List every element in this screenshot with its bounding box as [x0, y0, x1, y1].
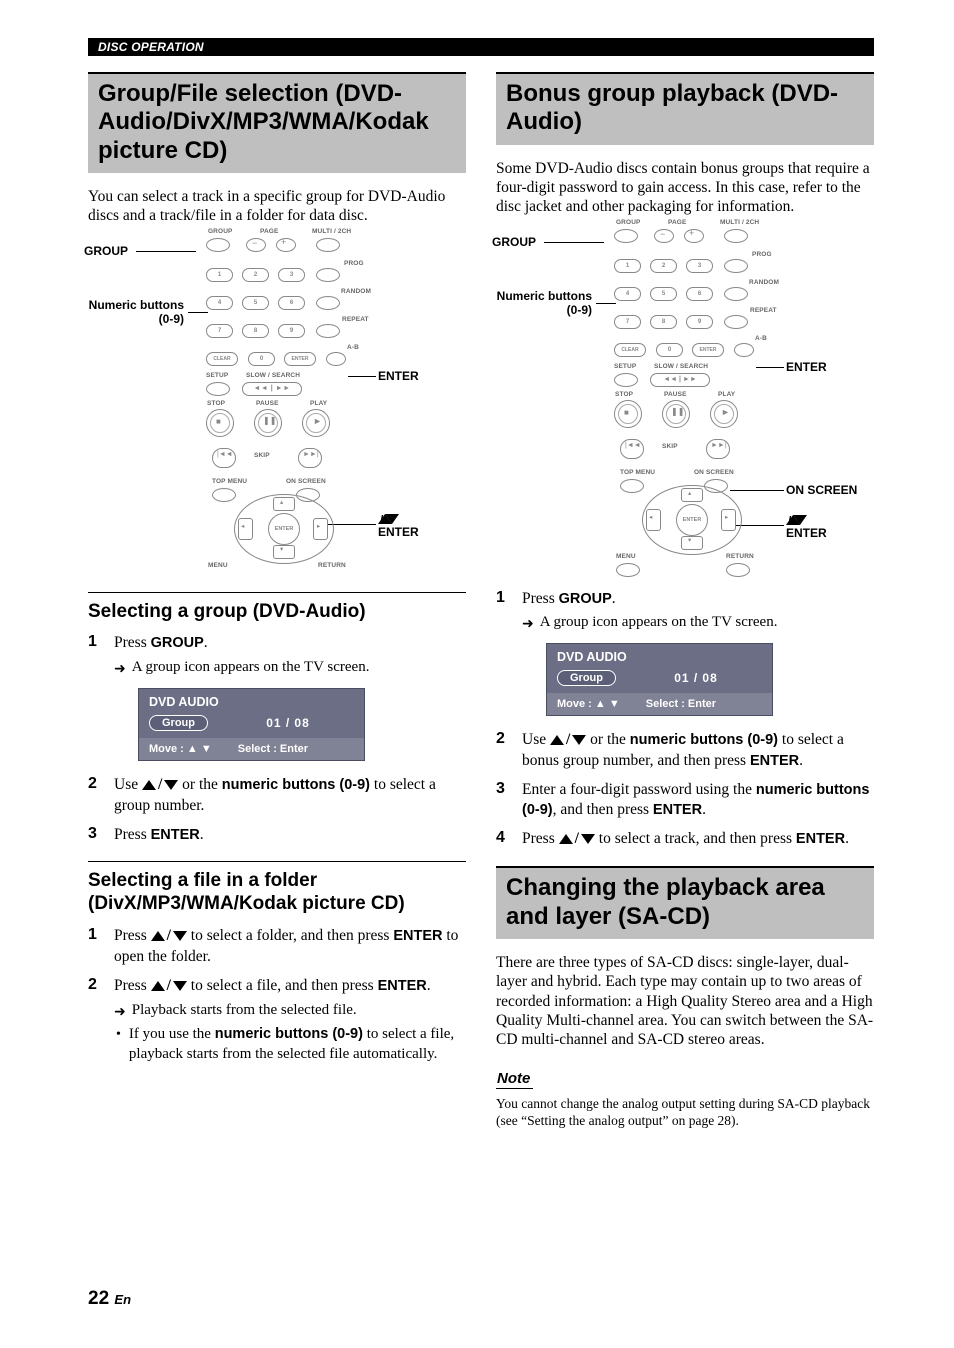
left-title: Group/File selection (DVD-Audio/DivX/MP3… [88, 72, 466, 173]
callout-updown-enter-r: / ENTER [786, 515, 827, 539]
right-title-sacd: Changing the playback area and layer (SA… [496, 866, 874, 939]
page-number: 22 En [88, 1288, 131, 1310]
note-label: Note [496, 1070, 533, 1089]
callout-group-r: GROUP [492, 235, 536, 249]
right-title-bonus: Bonus group playback (DVD-Audio) [496, 72, 874, 145]
up-triangle-icon [151, 981, 165, 991]
remote-figure-left: GROUP Numeric buttons (0-9) ENTER / ENTE… [88, 236, 466, 576]
left-a-step2: 2 Use / or the numeric buttons (0-9) to … [88, 775, 466, 817]
right-step2: 2 Use / or the numeric buttons (0-9) to … [496, 730, 874, 772]
remote-drawing: GROUP PAGE MULTI / 2CH − + PROG 1 2 3 [198, 236, 368, 566]
result-arrow-icon: ➜ [114, 659, 126, 677]
remote-drawing-r: GROUP PAGE MULTI / 2CH − + PROG 1 2 3 RA… [606, 227, 776, 557]
remote-figure-right: GROUP Numeric buttons (0-9) ENTER ON SCR… [496, 227, 874, 583]
right-intro2: There are three types of SA-CD discs: si… [496, 953, 874, 1050]
down-triangle-icon [793, 515, 807, 525]
note-body: You cannot change the analog output sett… [496, 1095, 874, 1130]
right-step4: 4 Press / to select a track, and then pr… [496, 829, 874, 850]
up-triangle-icon [142, 780, 156, 790]
osd-right: DVD AUDIO Group 01 / 08 Move : ▲ ▼ Selec… [546, 643, 773, 716]
bullet-icon: • [116, 1025, 121, 1045]
right-intro1: Some DVD-Audio discs contain bonus group… [496, 159, 874, 217]
down-triangle-icon [173, 931, 187, 941]
down-triangle-icon [173, 981, 187, 991]
down-triangle-icon [385, 514, 399, 524]
left-column: Group/File selection (DVD-Audio/DivX/MP3… [88, 72, 466, 1130]
down-triangle-icon [572, 735, 586, 745]
right-step1: 1 Press GROUP. ➜ A group icon appears on… [496, 589, 874, 633]
up-triangle-icon [550, 735, 564, 745]
right-column: Bonus group playback (DVD-Audio) Some DV… [496, 72, 874, 1130]
osd-left: DVD AUDIO Group 01 / 08 Move : ▲ ▼ Selec… [138, 688, 365, 761]
right-step3: 3 Enter a four-digit password using the … [496, 780, 874, 821]
left-a-step3: 3 Press ENTER. [88, 825, 466, 845]
up-triangle-icon [151, 931, 165, 941]
left-b-step2: 2 Press / to select a file, and then pre… [88, 976, 466, 1065]
callout-numeric: Numeric buttons (0-9) [84, 298, 184, 327]
down-triangle-icon [164, 780, 178, 790]
callout-onscreen-r: ON SCREEN [786, 483, 857, 497]
left-intro: You can select a track in a specific gro… [88, 187, 466, 226]
result-arrow-icon: ➜ [114, 1002, 126, 1020]
left-b-step1: 1 Press / to select a folder, and then p… [88, 926, 466, 968]
heading-select-group: Selecting a group (DVD-Audio) [88, 592, 466, 624]
result-arrow-icon: ➜ [522, 614, 534, 632]
section-header: DISC OPERATION [88, 38, 874, 56]
callout-numeric-r: Numeric buttons (0-9) [492, 289, 592, 318]
callout-group: GROUP [84, 244, 128, 258]
down-triangle-icon [581, 834, 595, 844]
callout-enter-side: ENTER [378, 369, 419, 383]
callout-enter-side-r: ENTER [786, 360, 827, 374]
heading-select-file: Selecting a file in a folder (DivX/MP3/W… [88, 861, 466, 916]
callout-updown-enter: / ENTER [378, 514, 419, 538]
left-a-step1: 1 Press GROUP. ➜ A group icon appears on… [88, 633, 466, 677]
up-triangle-icon [559, 834, 573, 844]
